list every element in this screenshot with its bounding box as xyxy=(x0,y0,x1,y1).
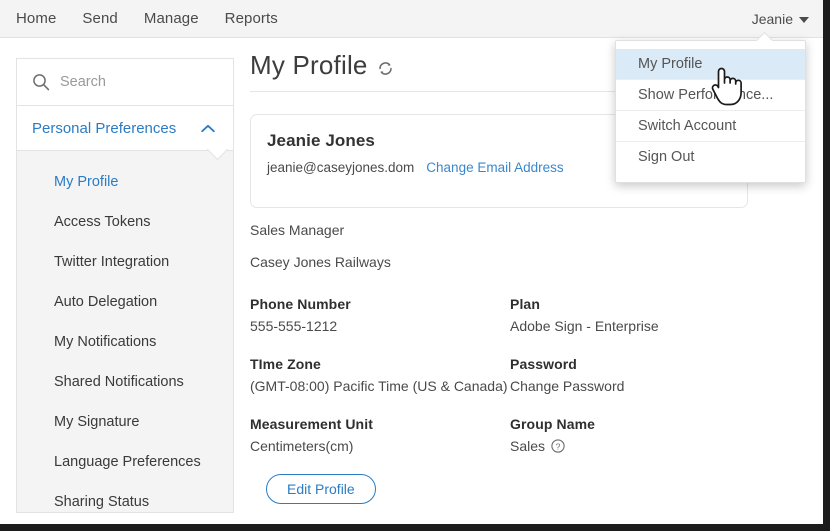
field-value: (GMT-08:00) Pacific Time (US & Canada) xyxy=(250,378,508,394)
chevron-down-icon xyxy=(799,16,809,23)
menu-item-my-profile[interactable]: My Profile xyxy=(616,49,805,80)
sidebar-item-my-profile[interactable]: My Profile xyxy=(17,162,233,202)
field-label: TIme Zone xyxy=(250,356,321,372)
help-circle-icon[interactable]: ? xyxy=(551,439,565,453)
profile-details: Phone Number 555-555-1212 Plan Adobe Sig… xyxy=(250,296,790,454)
field-value-row: Sales ? xyxy=(510,438,770,454)
sidebar-item-shared-notifications[interactable]: Shared Notifications xyxy=(17,362,233,402)
sidebar-item-list: My Profile Access Tokens Twitter Integra… xyxy=(17,151,233,522)
nav-link-send[interactable]: Send xyxy=(82,10,117,27)
user-dropdown-menu: My Profile Show Performance... Switch Ac… xyxy=(615,40,806,183)
svg-text:?: ? xyxy=(556,441,561,451)
menu-pointer-arrow xyxy=(756,32,774,41)
nav-link-home[interactable]: Home xyxy=(16,10,56,27)
nav-links: Home Send Manage Reports xyxy=(16,0,278,37)
menu-item-show-performance[interactable]: Show Performance... xyxy=(616,80,805,111)
profile-details-grid: Phone Number 555-555-1212 Plan Adobe Sig… xyxy=(250,296,790,454)
search-input[interactable]: Search xyxy=(17,59,233,106)
user-name-label: Jeanie xyxy=(751,10,793,27)
sidebar-section-personal-preferences[interactable]: Personal Preferences xyxy=(17,106,233,151)
field-label: Group Name xyxy=(510,416,596,432)
field-value: Centimeters(cm) xyxy=(250,438,354,454)
profile-company: Casey Jones Railways xyxy=(250,254,391,270)
field-label: Password xyxy=(510,356,577,372)
field-time-zone: TIme Zone (GMT-08:00) Pacific Time (US &… xyxy=(250,356,510,394)
field-value: Sales xyxy=(510,438,546,454)
page-title: My Profile xyxy=(250,50,368,80)
field-value: Adobe Sign - Enterprise xyxy=(510,318,659,334)
sidebar-item-sharing-status[interactable]: Sharing Status xyxy=(17,482,233,522)
chevron-up-icon xyxy=(201,124,215,133)
change-password-link[interactable]: Change Password xyxy=(510,378,770,394)
search-icon xyxy=(32,73,50,91)
sidebar-item-my-signature[interactable]: My Signature xyxy=(17,402,233,442)
sidebar: Search Personal Preferences My Profile A… xyxy=(16,58,234,513)
field-phone-number: Phone Number 555-555-1212 xyxy=(250,296,510,334)
sidebar-section-label: Personal Preferences xyxy=(32,119,177,137)
sidebar-item-my-notifications[interactable]: My Notifications xyxy=(17,322,233,362)
app-window: Home Send Manage Reports Jeanie Search P… xyxy=(0,0,830,531)
sidebar-item-access-tokens[interactable]: Access Tokens xyxy=(17,202,233,242)
field-label: Phone Number xyxy=(250,296,351,312)
nav-link-manage[interactable]: Manage xyxy=(144,10,199,27)
nav-link-reports[interactable]: Reports xyxy=(225,10,278,27)
menu-item-switch-account[interactable]: Switch Account xyxy=(616,111,805,142)
profile-job-title: Sales Manager xyxy=(250,222,345,238)
sidebar-item-auto-delegation[interactable]: Auto Delegation xyxy=(17,282,233,322)
field-password: Password Change Password xyxy=(510,356,770,394)
field-value: 555-555-1212 xyxy=(250,318,338,334)
field-plan: Plan Adobe Sign - Enterprise xyxy=(510,296,770,334)
sidebar-item-language-preferences[interactable]: Language Preferences xyxy=(17,442,233,482)
field-label: Measurement Unit xyxy=(250,416,373,432)
field-group-name: Group Name Sales ? xyxy=(510,416,770,454)
edit-profile-button[interactable]: Edit Profile xyxy=(266,474,376,504)
change-email-address-link[interactable]: Change Email Address xyxy=(426,160,563,175)
refresh-icon[interactable] xyxy=(377,60,394,77)
sidebar-item-twitter-integration[interactable]: Twitter Integration xyxy=(17,242,233,282)
field-measurement-unit: Measurement Unit Centimeters(cm) xyxy=(250,416,510,454)
profile-email: jeanie@caseyjones.dom xyxy=(267,160,415,175)
search-placeholder: Search xyxy=(60,74,106,90)
top-navigation-bar: Home Send Manage Reports Jeanie xyxy=(0,0,823,38)
menu-item-sign-out[interactable]: Sign Out xyxy=(616,142,805,172)
field-label: Plan xyxy=(510,296,540,312)
